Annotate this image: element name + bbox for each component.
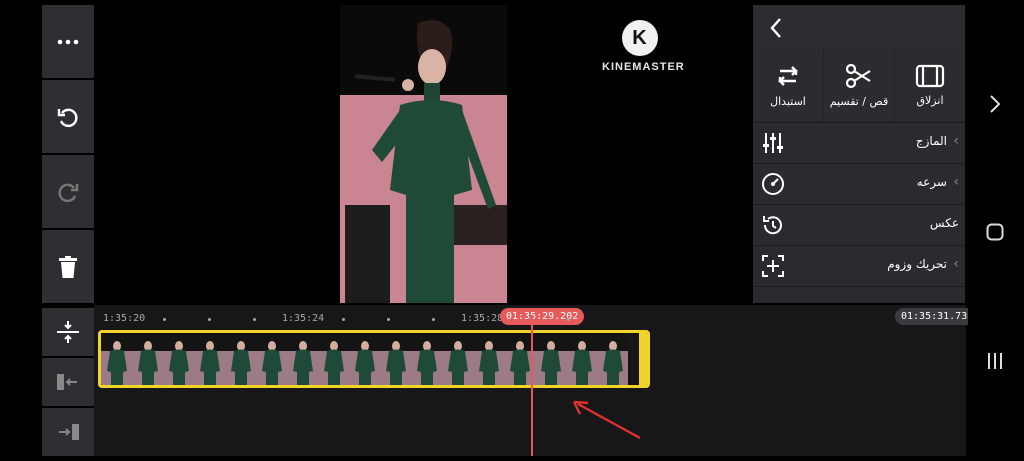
tick-dot: [387, 318, 390, 321]
track-adjust-icon: [57, 321, 79, 343]
primary-actions: استبدال قص / تقسيم انزلاق: [753, 49, 965, 121]
chevron-right-icon: ‹: [953, 256, 959, 272]
video-frame: [340, 5, 507, 303]
replace-icon: [778, 65, 798, 86]
split-right-icon: [59, 424, 79, 440]
tick-dot: [208, 318, 211, 321]
redo-icon: [58, 183, 79, 202]
trim-split-label: قص / تقسيم: [829, 94, 889, 108]
tick-dot: [253, 318, 256, 321]
split-left-button[interactable]: [42, 358, 94, 406]
back-icon[interactable]: [769, 17, 783, 39]
playhead[interactable]: [531, 315, 533, 456]
annotation-arrow-icon: [572, 400, 641, 440]
more-button[interactable]: [42, 5, 94, 78]
redo-button[interactable]: [42, 155, 94, 228]
clip-options-panel: استبدال قص / تقسيم انزلاق ‹ المازج ‹ سرع…: [753, 5, 965, 303]
menu-item-label: عكس: [929, 216, 959, 230]
tick-dot: [567, 318, 570, 321]
replace-button[interactable]: استبدال: [753, 49, 823, 121]
menu-item-partial[interactable]: [753, 286, 965, 303]
left-toolbar: [42, 5, 94, 456]
tick-label: 1:35:24: [282, 313, 325, 324]
home-icon[interactable]: [986, 223, 1004, 241]
speed-icon: [762, 173, 784, 195]
pan-zoom-icon: [762, 255, 784, 277]
playhead-time-label: 01:35:29.202: [500, 308, 585, 325]
tick-dot: [342, 318, 345, 321]
trim-split-button[interactable]: قص / تقسيم: [824, 49, 894, 121]
tick-dot: [432, 318, 435, 321]
recent-apps-icon[interactable]: [987, 352, 1003, 370]
menu-item-label: سرعه: [916, 175, 947, 189]
system-navigation-bar: [968, 0, 1024, 461]
reverse-icon: [763, 216, 782, 235]
slip-button[interactable]: انزلاق: [895, 49, 965, 121]
watermark: K KINEMASTER: [602, 20, 685, 73]
clip-end-handle[interactable]: [639, 333, 647, 385]
panel-header: [753, 5, 965, 49]
slip-label: انزلاق: [916, 93, 944, 107]
kinemaster-logo-icon: K: [621, 20, 658, 56]
menu-item-label: المازج: [915, 134, 947, 148]
clip-thumbnails: [101, 333, 647, 385]
more-icon: [57, 39, 79, 44]
video-preview[interactable]: K KINEMASTER: [157, 5, 689, 303]
scissors-icon: [845, 63, 871, 88]
delete-button[interactable]: [42, 230, 94, 303]
replace-label: استبدال: [770, 94, 806, 108]
tick-label: 1:35:28: [461, 313, 504, 324]
undo-button[interactable]: [42, 80, 94, 153]
delete-icon: [59, 255, 77, 278]
split-left-icon: [57, 374, 77, 390]
chevron-right-icon[interactable]: [989, 94, 1001, 114]
mixer-icon: [763, 133, 783, 153]
undo-icon: [57, 108, 78, 127]
menu-item-mixer[interactable]: ‹ المازج: [753, 122, 965, 163]
end-time-label: 01:35:31.736: [895, 308, 980, 325]
time-ruler: 1:35:20 1:35:24 1:35:28 01:35:29.202 01:…: [94, 305, 980, 329]
tick-dot: [163, 318, 166, 321]
menu-item-pan-zoom[interactable]: ‹ تحريك وزوم: [753, 245, 965, 286]
menu-item-speed[interactable]: ‹ سرعه: [753, 163, 965, 204]
menu-item-label: تحريك وزوم: [887, 257, 947, 271]
track-adjust-button[interactable]: [42, 308, 94, 356]
timeline[interactable]: 1:35:20 1:35:24 1:35:28 01:35:29.202 01:…: [94, 305, 980, 456]
watermark-text: KINEMASTER: [602, 61, 685, 73]
chevron-right-icon: ‹: [953, 174, 959, 190]
slip-icon: [915, 64, 945, 87]
split-right-button[interactable]: [42, 408, 94, 456]
chevron-right-icon: ‹: [953, 133, 959, 149]
menu-item-reverse[interactable]: عكس: [753, 204, 965, 245]
tick-label: 1:35:20: [103, 313, 146, 324]
video-clip[interactable]: [98, 330, 650, 388]
performer-image: [340, 5, 507, 303]
